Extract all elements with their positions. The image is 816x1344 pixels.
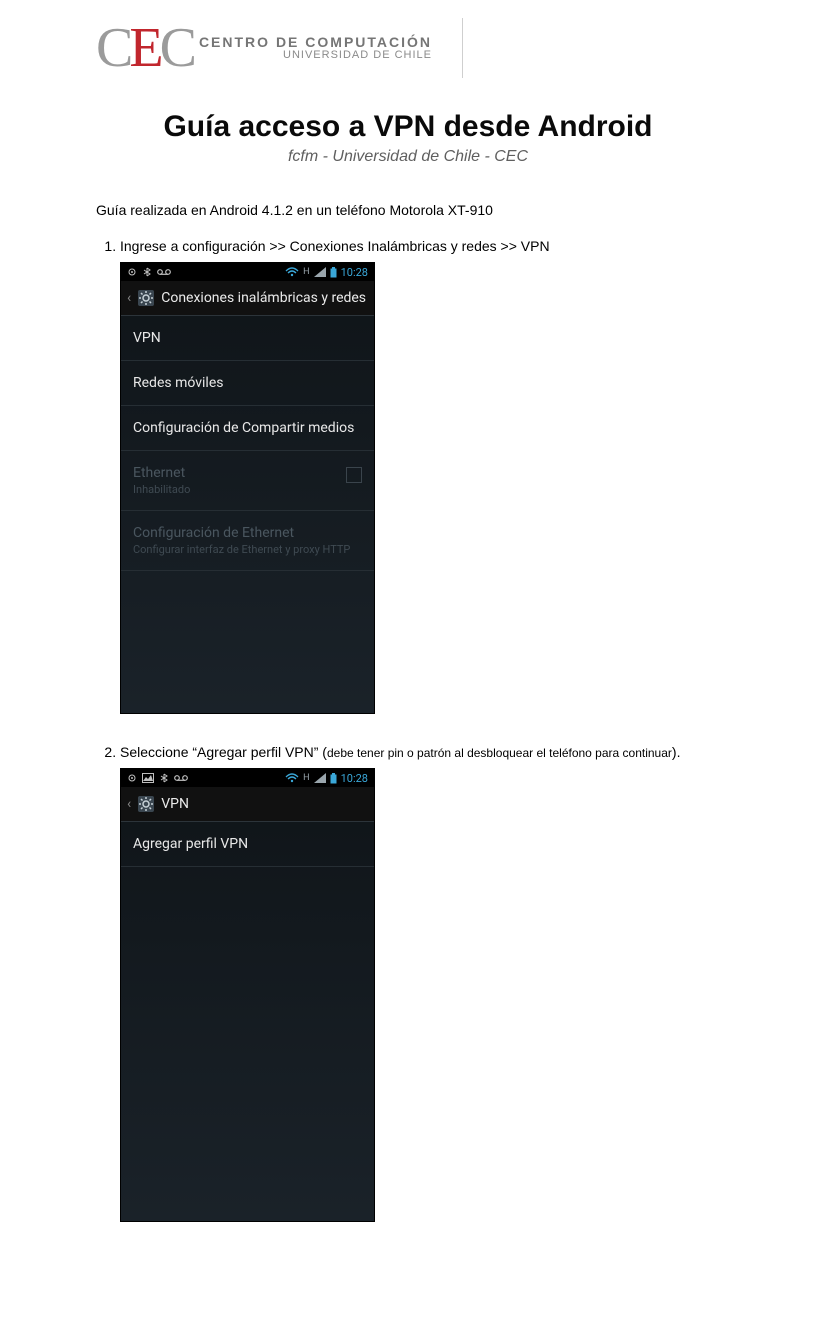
screenshot-2: H 10:28 ‹ VPN (120, 768, 375, 1222)
voicemail-icon (174, 773, 188, 783)
status-time: 10:28 (341, 266, 368, 279)
image-icon (142, 773, 154, 783)
settings-menu: VPN Redes móviles Configuración de Compa… (121, 316, 374, 571)
bt-icon (159, 773, 169, 783)
back-icon[interactable]: ‹ (127, 290, 131, 306)
page-title: Guía acceso a VPN desde Android (0, 110, 816, 144)
title-bar-text: VPN (161, 796, 189, 812)
voicemail-icon (157, 267, 171, 277)
wifi-icon (285, 267, 299, 277)
menu-item-compartir-medios[interactable]: Configuración de Compartir medios (121, 406, 374, 451)
gear-icon (137, 795, 155, 813)
status-time: 10:28 (341, 772, 368, 785)
gear-icon (137, 289, 155, 307)
wifi-icon (285, 773, 299, 783)
logo-mark: CEC (96, 20, 193, 76)
menu-item-ethernet-config: Configuración de Ethernet Configurar int… (121, 511, 374, 571)
title-bar[interactable]: ‹ Conexiones inalámbricas y redes (121, 281, 374, 316)
page-subtitle: fcfm - Universidad de Chile - CEC (0, 148, 816, 166)
step-1: Ingrese a configuración >> Conexiones In… (120, 238, 700, 714)
logo-header: CEC CENTRO DE COMPUTACIÓN UNIVERSIDAD DE… (0, 0, 816, 86)
menu-item-ethernet: Ethernet Inhabilitado (121, 451, 374, 511)
battery-icon (330, 773, 337, 784)
menu-item-agregar-perfil-vpn[interactable]: Agregar perfil VPN (121, 822, 374, 867)
step-2: Seleccione “Agregar perfil VPN” (debe te… (120, 744, 700, 1222)
intro-text: Guía realizada en Android 4.1.2 en un te… (96, 202, 816, 218)
back-icon[interactable]: ‹ (127, 796, 131, 812)
vpn-menu: Agregar perfil VPN (121, 822, 374, 867)
signal-icon (314, 773, 326, 783)
checkbox-icon (346, 467, 362, 483)
title-bar[interactable]: ‹ VPN (121, 787, 374, 822)
screenshot-1: H 10:28 ‹ Conexiones i (120, 262, 375, 714)
signal-icon (314, 267, 326, 277)
battery-icon (330, 267, 337, 278)
menu-item-redes-moviles[interactable]: Redes móviles (121, 361, 374, 406)
steps-list: Ingrese a configuración >> Conexiones In… (120, 238, 816, 1222)
step-2-text: Seleccione “Agregar perfil VPN” (debe te… (120, 744, 700, 760)
h-indicator: H (303, 773, 309, 783)
menu-item-vpn[interactable]: VPN (121, 316, 374, 361)
title-bar-text: Conexiones inalámbricas y redes (161, 290, 366, 306)
bt-icon (142, 267, 152, 277)
gps-icon (127, 773, 137, 783)
status-bar: H 10:28 (121, 263, 374, 281)
status-bar: H 10:28 (121, 769, 374, 787)
logo-text: CENTRO DE COMPUTACIÓN UNIVERSIDAD DE CHI… (199, 35, 432, 61)
logo-divider (462, 18, 463, 78)
h-indicator: H (303, 267, 309, 277)
step-1-text: Ingrese a configuración >> Conexiones In… (120, 238, 700, 254)
gps-icon (127, 267, 137, 277)
